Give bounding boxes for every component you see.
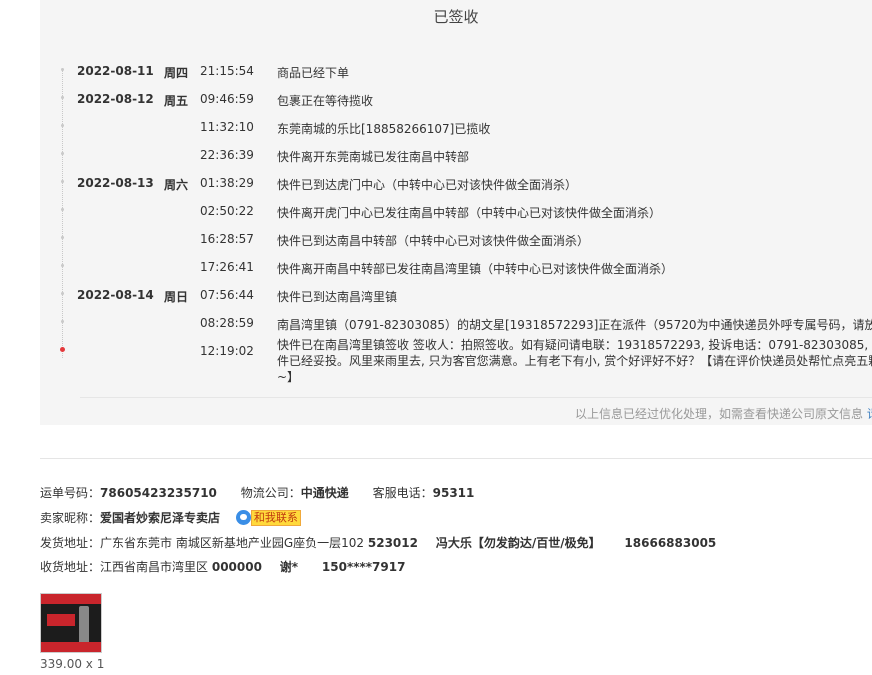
tracking-label: 运单号码： [40, 486, 101, 500]
status-title: 已签收 [433, 8, 479, 26]
from-zip: 523012 [367, 536, 418, 550]
timeline-weekday: 周四 [164, 66, 189, 80]
timeline-dot [61, 96, 64, 99]
timeline-row: 2022-08-14 周日 07:56:44 快件已到达南昌湾里镇 [40, 282, 872, 310]
timeline-event: 商品已经下单 [277, 66, 350, 80]
timeline-row: 22:36:39 快件离开东莞南城已发往南昌中转部 [40, 142, 872, 170]
timeline-time: 11:32:10 [200, 120, 254, 134]
section-divider [40, 458, 872, 459]
timeline-time: 08:28:59 [200, 316, 254, 330]
logistics-status-panel: 已签收 2022-08-11 周四 21:15:54 商品已经下单 2022-08-12… [40, 0, 872, 425]
timeline-time: 07:56:44 [200, 288, 254, 302]
optimized-note: 以上信息已经过优化处理，如需查看快递公司原文信息 请 [575, 405, 872, 422]
timeline-dot [61, 180, 64, 183]
tracking-timeline: 2022-08-11 周四 21:15:54 商品已经下单 2022-08-12 周五 09… [40, 58, 872, 396]
from-address-label: 发货地址： [40, 536, 101, 550]
product-thumbnail[interactable] [40, 593, 102, 653]
timeline-time: 02:50:22 [200, 204, 254, 218]
timeline-row: 2022-08-13 周六 01:38:29 快件已到达虎门中心（中转中心已对该快件做… [40, 170, 872, 198]
timeline-weekday: 周六 [164, 178, 189, 192]
timeline-row: 08:28:59 南昌湾里镇（0791-82303085）的胡文星[1931857… [40, 310, 872, 338]
timeline-date: 2022-08-12 [77, 92, 154, 106]
timeline-dot [61, 320, 64, 323]
timeline-dot [61, 292, 64, 295]
logistics-company: 中通快递 [300, 486, 349, 500]
timeline-row: 16:28:57 快件已到达南昌中转部（中转中心已对该快件做全面消杀） [40, 226, 872, 254]
timeline-dot [61, 264, 64, 267]
timeline-divider [80, 397, 872, 398]
timeline-time: 01:38:29 [200, 176, 254, 190]
timeline-date: 2022-08-14 [77, 288, 154, 302]
timeline-event: 快件离开南昌中转部已发往南昌湾里镇（中转中心已对该快件做全面消杀） [277, 262, 674, 276]
timeline-row: 2022-08-11 周四 21:15:54 商品已经下单 [40, 58, 872, 86]
company-label: 物流公司： [240, 486, 301, 500]
timeline-dot [61, 236, 64, 239]
from-phone: 18666883005 [624, 536, 717, 550]
timeline-event: 快件已在南昌湾里镇签收 签收人：拍照签收。如有疑问请电联：19318572293… [277, 338, 872, 384]
timeline-event: 南昌湾里镇（0791-82303085）的胡文星[19318572293]正在派… [277, 318, 872, 332]
timeline-row: 2022-08-12 周五 09:46:59 包裹正在等待揽收 [40, 86, 872, 114]
timeline-row: 17:26:41 快件离开南昌中转部已发往南昌湾里镇（中转中心已对该快件做全面消杀… [40, 254, 872, 282]
timeline-event: 快件已到达虎门中心（中转中心已对该快件做全面消杀） [277, 178, 578, 192]
timeline-date: 2022-08-11 [77, 64, 154, 78]
optimized-note-text: 以上信息已经过优化处理，如需查看快递公司原文信息 [575, 407, 864, 421]
from-contact: 冯大乐【勿发韵达/百世/极免】 [435, 536, 601, 550]
view-original-link[interactable]: 请 [867, 407, 872, 421]
timeline-event: 快件已到达南昌湾里镇 [277, 290, 398, 304]
timeline-weekday: 周五 [164, 94, 189, 108]
to-phone: 150****7917 [321, 560, 406, 574]
from-address-row: 发货地址：广东省东莞市 南城区新基地产业园G座负一层102 523012 冯大乐… [40, 534, 716, 551]
timeline-dot-active [60, 347, 65, 352]
timeline-time: 09:46:59 [200, 92, 254, 106]
timeline-row: 12:19:02 快件已在南昌湾里镇签收 签收人：拍照签收。如有疑问请电联：193… [40, 338, 872, 396]
timeline-time: 16:28:57 [200, 232, 254, 246]
timeline-dot [61, 68, 64, 71]
contact-seller-button[interactable]: 和我联系 [250, 510, 301, 526]
product-price-qty: 339.00 x 1 [40, 657, 105, 671]
to-contact: 谢* [279, 560, 299, 574]
timeline-time: 22:36:39 [200, 148, 254, 162]
shipping-info-row: 运单号码：78605423235710 物流公司：中通快递 客服电话：95311 [40, 484, 474, 501]
service-phone: 95311 [432, 486, 475, 500]
timeline-event: 东莞南城的乐比[18858266107]已揽收 [277, 122, 491, 136]
timeline-event: 包裹正在等待揽收 [277, 94, 374, 108]
from-address: 广东省东莞市 南城区新基地产业园G座负一层102 [100, 536, 365, 550]
seller-label: 卖家昵称： [40, 511, 101, 525]
tracking-number: 78605423235710 [100, 486, 217, 500]
timeline-date: 2022-08-13 [77, 176, 154, 190]
timeline-row: 02:50:22 快件离开虎门中心已发往南昌中转部（中转中心已对该快件做全面消杀） [40, 198, 872, 226]
to-zip: 000000 [211, 560, 262, 574]
timeline-time: 17:26:41 [200, 260, 254, 274]
timeline-event: 快件离开东莞南城已发往南昌中转部 [277, 150, 470, 164]
service-phone-label: 客服电话： [372, 486, 433, 500]
timeline-row: 11:32:10 东莞南城的乐比[18858266107]已揽收 [40, 114, 872, 142]
timeline-dot [61, 124, 64, 127]
timeline-time: 21:15:54 [200, 64, 254, 78]
wangwang-chat-icon[interactable] [235, 510, 251, 525]
timeline-weekday: 周日 [164, 290, 189, 304]
timeline-event: 快件已到达南昌中转部（中转中心已对该快件做全面消杀） [277, 234, 590, 248]
to-address-row: 收货地址：江西省南昌市湾里区 000000 谢* 150****7917 [40, 558, 405, 575]
timeline-event: 快件离开虎门中心已发往南昌中转部（中转中心已对该快件做全面消杀） [277, 206, 662, 220]
timeline-dot [61, 152, 64, 155]
seller-name: 爱国者妙索尼泽专卖店 [100, 511, 221, 525]
timeline-time: 12:19:02 [200, 344, 254, 358]
seller-row: 卖家昵称：爱国者妙索尼泽专卖店 和我联系 [40, 509, 301, 526]
to-address: 江西省南昌市湾里区 [100, 560, 209, 574]
to-address-label: 收货地址： [40, 560, 101, 574]
timeline-dot [61, 208, 64, 211]
